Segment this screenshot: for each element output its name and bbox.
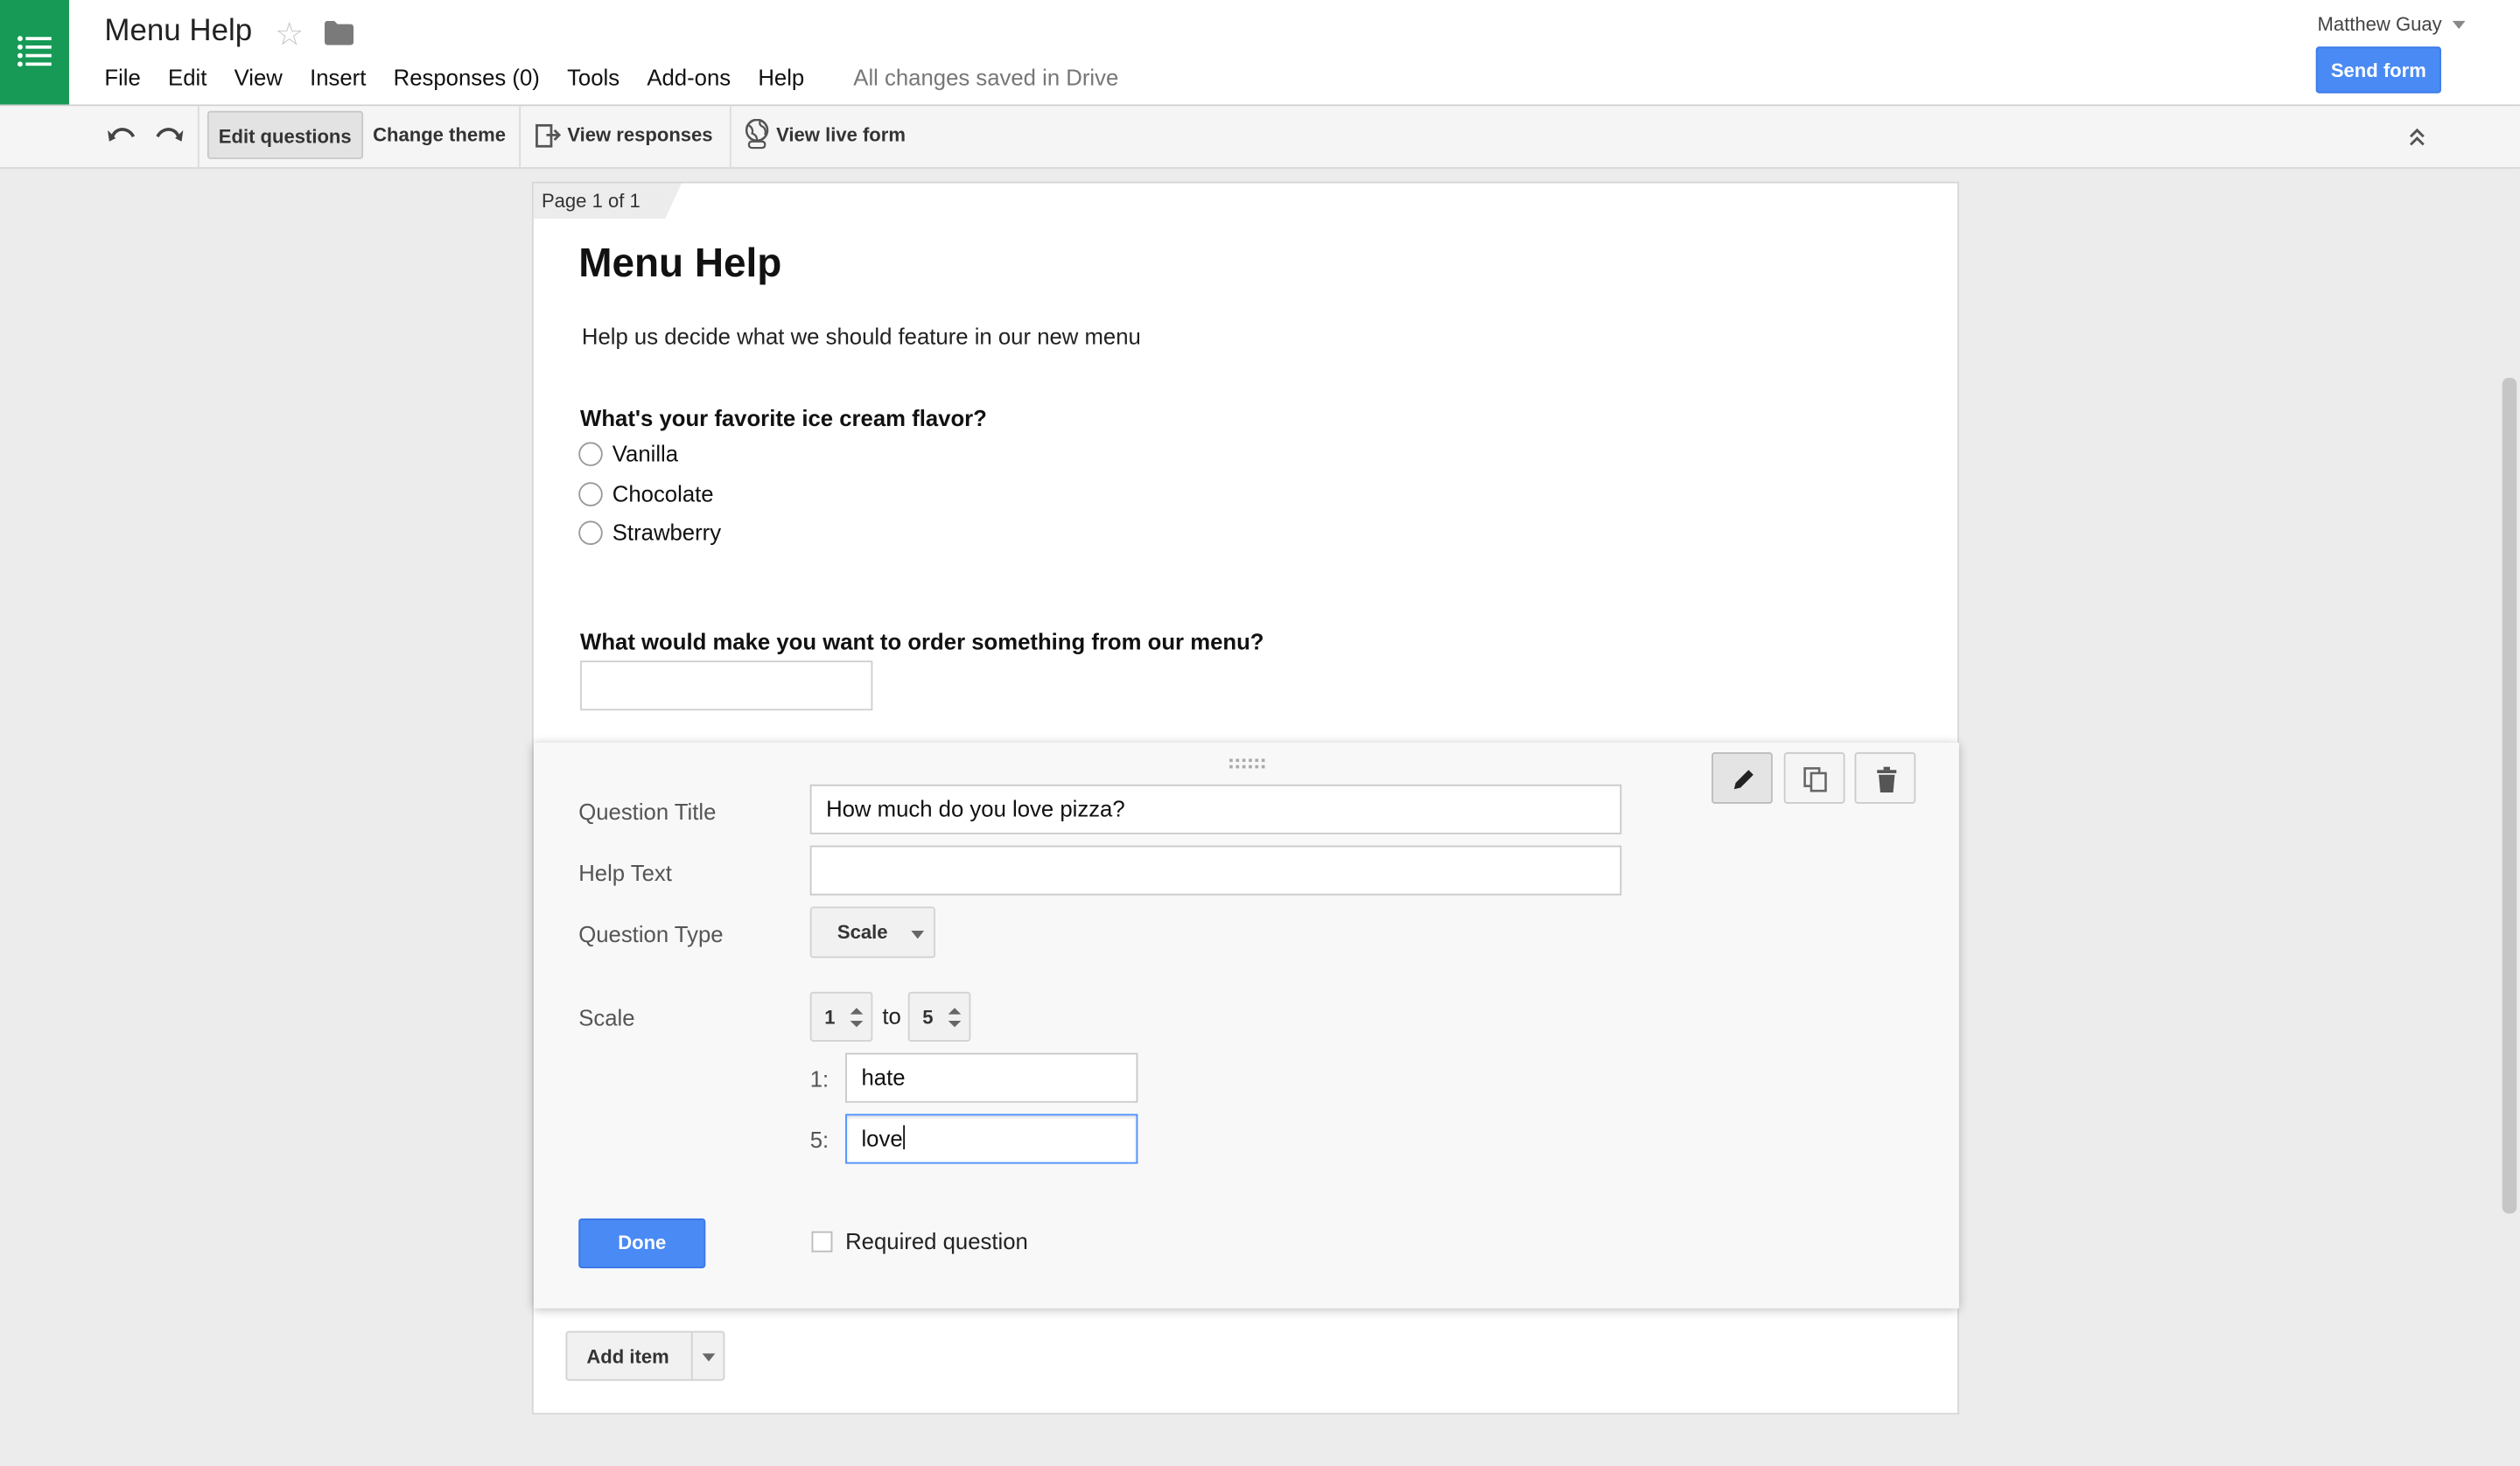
collapse-icon[interactable]: [2406, 125, 2429, 148]
question-title-input[interactable]: How much do you love pizza?: [809, 784, 1622, 834]
toolbar: Edit questions Change theme View respons…: [0, 106, 2520, 169]
vertical-scrollbar[interactable]: [2502, 377, 2517, 1214]
app-root: Menu Help ☆ File Edit View Insert Respon…: [0, 0, 2520, 1466]
forms-home-button[interactable]: [0, 0, 69, 105]
scale-high-label-text: love: [861, 1125, 903, 1151]
option-label: Vanilla: [612, 440, 679, 466]
pencil-icon: [1733, 770, 1754, 790]
toolbar-divider: [519, 106, 522, 168]
drag-handle-icon[interactable]: [1229, 758, 1265, 770]
button-divider: [690, 1332, 693, 1379]
toolbar-divider: [197, 106, 200, 168]
view-responses-button[interactable]: View responses: [557, 111, 722, 159]
scale-to-label: to: [882, 1002, 901, 1030]
option-strawberry[interactable]: Strawberry: [578, 520, 721, 545]
spinner-arrows-icon: [850, 1008, 864, 1028]
document-title[interactable]: Menu Help: [104, 15, 252, 50]
scale-to-value: 5: [922, 1006, 934, 1030]
view-live-form-button[interactable]: View live form: [766, 111, 915, 159]
trash-icon: [1877, 766, 1897, 792]
question-editor-panel: Question Title How much do you love pizz…: [533, 743, 1959, 1309]
scale-label: Scale: [578, 1004, 635, 1030]
radio-button[interactable]: [578, 441, 603, 466]
form-title[interactable]: Menu Help: [578, 241, 781, 288]
send-form-button[interactable]: Send form: [2315, 46, 2441, 94]
list-icon: [18, 36, 52, 67]
scale-low-label-input[interactable]: hate: [845, 1052, 1138, 1103]
duplicate-icon: [1803, 767, 1827, 792]
done-button[interactable]: Done: [578, 1218, 706, 1268]
app-header: Menu Help ☆ File Edit View Insert Respon…: [0, 0, 2520, 107]
star-icon[interactable]: ☆: [275, 15, 304, 55]
menu-addons[interactable]: Add-ons: [647, 65, 731, 90]
option-label: Chocolate: [612, 480, 714, 506]
menu-responses[interactable]: Responses (0): [394, 65, 540, 90]
menu-tools[interactable]: Tools: [567, 65, 620, 90]
radio-button[interactable]: [578, 481, 603, 506]
redo-icon[interactable]: [154, 124, 184, 147]
menu-bar: File Edit View Insert Responses (0) Tool…: [104, 65, 831, 90]
delete-question-button[interactable]: [1854, 752, 1916, 804]
scale-from-value: 1: [824, 1006, 836, 1030]
chevron-down-icon: [911, 931, 925, 939]
option-vanilla[interactable]: Vanilla: [578, 441, 678, 466]
text-answer-field[interactable]: [580, 660, 873, 711]
question-title[interactable]: What would make you want to order someth…: [580, 629, 1264, 654]
duplicate-question-button[interactable]: [1783, 752, 1845, 804]
help-text-label: Help Text: [578, 860, 672, 886]
chevron-down-icon[interactable]: [702, 1353, 716, 1362]
add-item-button[interactable]: Add item: [565, 1330, 725, 1381]
question-title[interactable]: What's your favorite ice cream flavor?: [580, 405, 987, 430]
undo-icon[interactable]: [108, 124, 136, 147]
scale-high-number: 5:: [809, 1127, 830, 1153]
chevron-down-icon[interactable]: [2452, 20, 2466, 30]
menu-edit[interactable]: Edit: [168, 65, 206, 90]
scale-low-number: 1:: [809, 1065, 830, 1092]
scale-high-label-input[interactable]: love: [845, 1113, 1138, 1164]
folder-icon[interactable]: [325, 20, 354, 45]
question-title-label: Question Title: [578, 799, 717, 825]
edit-question-button[interactable]: [1712, 752, 1773, 804]
save-status: All changes saved in Drive: [853, 64, 1119, 90]
help-text-input[interactable]: [809, 845, 1622, 896]
toolbar-divider: [729, 106, 732, 168]
scale-from-select[interactable]: 1: [809, 991, 873, 1042]
menu-help[interactable]: Help: [758, 65, 804, 90]
text-cursor: [902, 1125, 905, 1149]
edit-questions-button[interactable]: Edit questions: [206, 110, 363, 159]
add-item-label: Add item: [586, 1345, 669, 1368]
menu-file[interactable]: File: [104, 65, 140, 90]
option-label: Strawberry: [612, 519, 722, 545]
change-theme-button[interactable]: Change theme: [363, 111, 515, 159]
question-type-select[interactable]: Scale: [809, 906, 935, 959]
scale-to-select[interactable]: 5: [907, 991, 971, 1042]
option-chocolate[interactable]: Chocolate: [578, 480, 714, 506]
page-indicator: Page 1 of 1: [533, 183, 683, 219]
radio-button[interactable]: [578, 520, 603, 545]
question-type-value: Scale: [836, 921, 888, 944]
required-question-label[interactable]: Required question: [845, 1228, 1028, 1253]
menu-insert[interactable]: Insert: [310, 65, 366, 90]
question-type-label: Question Type: [578, 921, 724, 947]
required-checkbox[interactable]: [811, 1231, 833, 1253]
form-description[interactable]: Help us decide what we should feature in…: [582, 323, 1141, 348]
user-account-menu[interactable]: Matthew Guay: [2318, 13, 2442, 36]
spinner-arrows-icon: [948, 1008, 962, 1028]
menu-view[interactable]: View: [234, 65, 283, 90]
